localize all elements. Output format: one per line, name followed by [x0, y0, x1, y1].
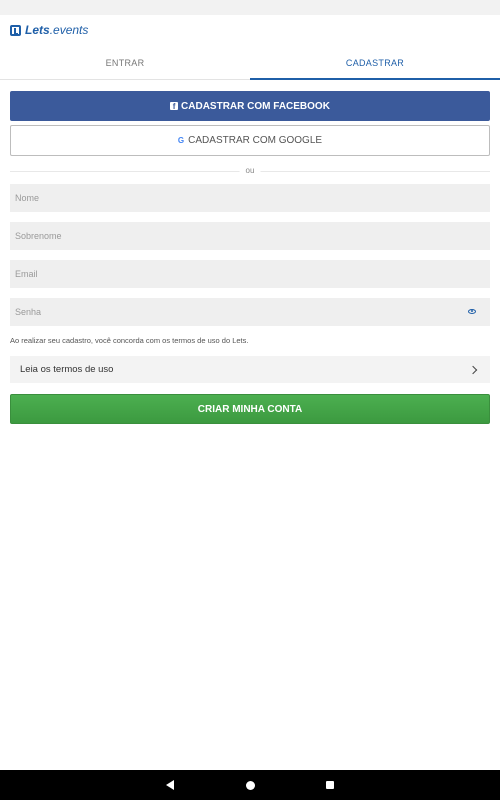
terms-note: Ao realizar seu cadastro, você concorda … — [10, 336, 249, 345]
or-divider: ou — [10, 165, 490, 177]
home-icon — [245, 780, 255, 790]
create-account-button[interactable]: CRIAR MINHA CONTA — [10, 394, 490, 424]
nome-input[interactable] — [10, 184, 490, 212]
senha-field — [10, 298, 490, 326]
facebook-signup-button[interactable]: f CADASTRAR COM FACEBOOK — [10, 91, 490, 121]
sobrenome-field — [10, 222, 490, 250]
google-signup-label: CADASTRAR COM GOOGLE — [188, 135, 323, 146]
terms-of-use-link[interactable]: Leia os termos de uso — [10, 356, 490, 383]
nav-home-button[interactable] — [210, 770, 290, 800]
auth-tabs: ENTRAR CADASTRAR — [0, 47, 500, 80]
android-nav-bar — [0, 770, 500, 800]
google-signup-button[interactable]: G CADASTRAR COM GOOGLE — [10, 125, 490, 156]
email-input[interactable] — [10, 260, 490, 288]
facebook-icon: f — [170, 102, 179, 110]
lets-events-logo: Lets.events — [10, 23, 88, 37]
nav-back-button[interactable] — [130, 770, 210, 800]
nome-field — [10, 184, 490, 212]
logo-text: Lets.events — [25, 23, 88, 37]
nav-recents-button[interactable] — [290, 770, 370, 800]
google-icon: G — [177, 136, 185, 145]
email-field — [10, 260, 490, 288]
tab-entrar[interactable]: ENTRAR — [0, 47, 250, 79]
status-bar — [0, 0, 500, 15]
tab-cadastrar[interactable]: CADASTRAR — [250, 47, 500, 80]
show-password-eye-icon[interactable] — [468, 309, 476, 314]
back-icon — [166, 780, 174, 790]
logo-text-rest: .events — [49, 23, 89, 37]
sobrenome-input[interactable] — [10, 222, 490, 250]
app-header: Lets.events — [0, 15, 500, 47]
create-account-label: CRIAR MINHA CONTA — [197, 403, 303, 415]
senha-input[interactable] — [10, 298, 490, 326]
facebook-signup-label: CADASTRAR COM FACEBOOK — [181, 100, 330, 112]
recents-icon — [326, 781, 334, 789]
or-divider-text: ou — [239, 165, 261, 177]
logo-text-bold: Lets — [25, 23, 50, 37]
chevron-right-icon — [468, 365, 478, 374]
lets-logo-icon — [10, 24, 21, 36]
terms-of-use-label: Leia os termos de uso — [20, 364, 114, 375]
